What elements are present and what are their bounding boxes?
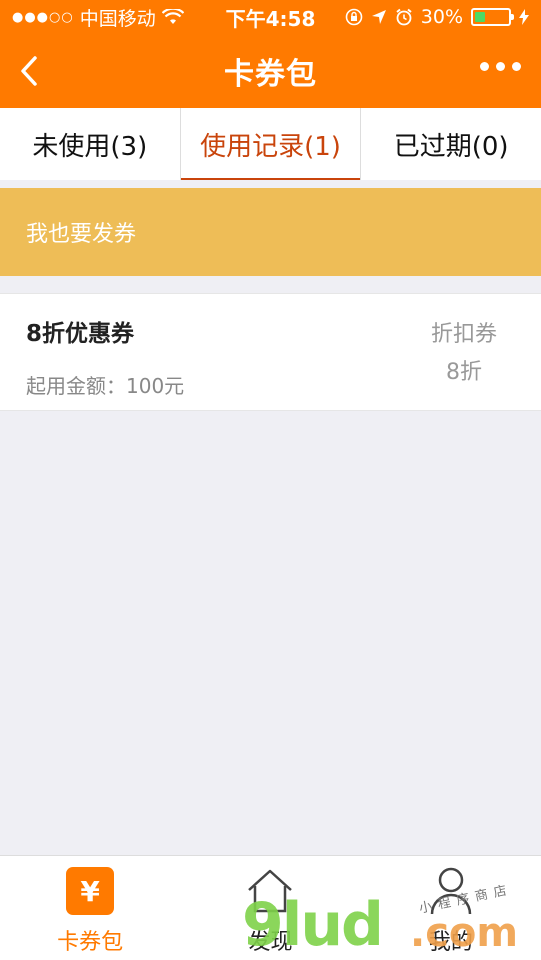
back-button[interactable] (14, 54, 44, 88)
location-icon (371, 10, 386, 24)
tabbar-label-mine: 我的 (428, 930, 473, 955)
page-title: 卡券包 (224, 57, 317, 92)
status-right: 30% (345, 6, 529, 28)
orientation-lock-icon (345, 8, 363, 26)
issue-coupon-label: 我也要发券 (26, 222, 137, 247)
tabbar-label-discover: 发现 (248, 930, 293, 955)
coupon-icon: ¥ (66, 867, 115, 915)
coupon-type: 折扣券 (430, 322, 497, 347)
home-icon (248, 869, 293, 913)
coupon-card[interactable]: 8折优惠券 起用金额：100元 折扣券 8折 (0, 293, 541, 411)
bottom-tab-bar: ¥ 卡券包 发现 我的 (0, 855, 541, 960)
more-dot-icon (480, 62, 489, 71)
battery-level (475, 12, 485, 22)
signal-strength-icon: ●●●○○ (12, 9, 74, 25)
tabbar-icon-wrap: ¥ (65, 864, 115, 918)
battery-icon (471, 8, 514, 26)
coupon-tabs: 未使用(3) 使用记录(1) 已过期(0) (0, 108, 541, 180)
status-bar: ●●●○○ 中国移动 下午4:58 30% (0, 0, 541, 34)
tabbar-icon-wrap (426, 864, 476, 918)
tabbar-item-coupons[interactable]: ¥ 卡券包 (0, 856, 180, 960)
carrier-name: 中国移动 (79, 7, 156, 30)
battery-percent: 30% (420, 6, 463, 28)
tab-usage-records[interactable]: 使用记录(1) (179, 108, 362, 180)
more-dot-icon (512, 62, 521, 71)
tabbar-icon-wrap (245, 864, 295, 918)
wifi-icon (161, 9, 184, 24)
coupon-value: 8折 (445, 360, 482, 385)
more-menu-button[interactable] (480, 62, 521, 71)
chevron-left-icon (21, 56, 37, 86)
more-dot-icon (496, 62, 505, 71)
tabbar-item-discover[interactable]: 发现 (180, 856, 360, 960)
status-left: ●●●○○ 中国移动 (12, 4, 184, 31)
charging-icon (519, 9, 529, 25)
tab-expired[interactable]: 已过期(0) (361, 108, 541, 180)
tabbar-label-coupons: 卡券包 (57, 930, 124, 955)
tab-unused[interactable]: 未使用(3) (0, 108, 180, 180)
alarm-icon (396, 8, 412, 26)
person-icon (430, 867, 472, 915)
nav-bar: 卡券包 (0, 34, 541, 108)
coupon-type-block: 折扣券 8折 (431, 316, 497, 392)
issue-coupon-banner[interactable]: 我也要发券 (0, 188, 541, 276)
tabbar-item-mine[interactable]: 我的 (361, 856, 541, 960)
